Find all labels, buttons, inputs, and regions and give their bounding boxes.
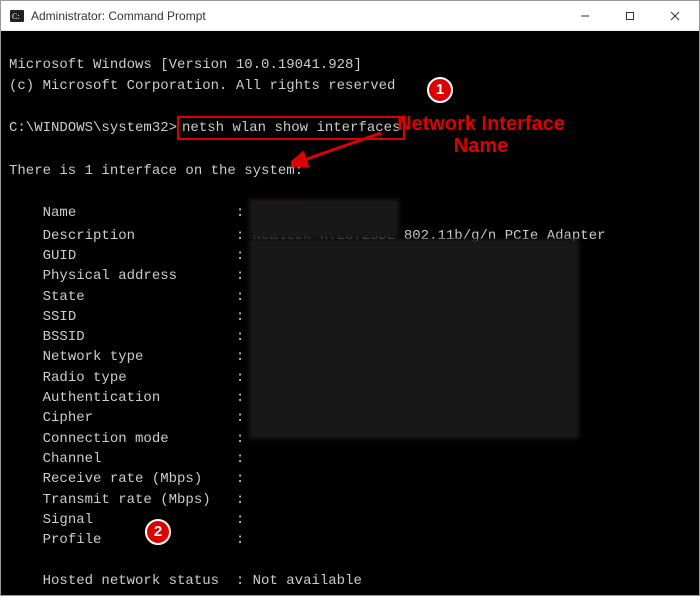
lbl-trate: Transmit rate (Mbps)	[43, 492, 211, 508]
lbl-hosted: Hosted network status	[43, 573, 219, 589]
close-button[interactable]	[652, 1, 697, 31]
window-title: Administrator: Command Prompt	[31, 9, 562, 23]
ifcount-line: There is 1 interface on the system:	[9, 163, 303, 179]
prompt-1: C:\WINDOWS\system32>	[9, 120, 177, 136]
highlight-cmd1: netsh wlan show interfaces	[177, 116, 405, 140]
annotation-marker-2: 2	[145, 519, 171, 545]
text-copyright: (c) Microsoft Corporation. All rights re…	[9, 78, 395, 94]
lbl-rtype: Radio type	[43, 370, 127, 386]
lbl-name: Name	[43, 205, 77, 221]
command-prompt-window: C: Administrator: Command Prompt Microso…	[0, 0, 700, 596]
maximize-button[interactable]	[607, 1, 652, 31]
lbl-phys: Physical address	[43, 268, 177, 284]
cmd-icon: C:	[9, 8, 25, 24]
val-hosted: Not available	[253, 573, 362, 589]
lbl-bssid: BSSID	[43, 329, 85, 345]
lbl-channel: Channel	[43, 451, 102, 467]
minimize-button[interactable]	[562, 1, 607, 31]
lbl-signal: Signal	[43, 512, 93, 528]
lbl-auth: Authentication	[43, 390, 161, 406]
annotation-label: Network Interface Name	[381, 113, 581, 157]
lbl-profile: Profile	[43, 532, 102, 548]
svg-text:C:: C:	[12, 12, 20, 21]
blur-region-1	[249, 199, 399, 239]
text-version: Microsoft Windows [Version 10.0.19041.92…	[9, 57, 362, 73]
lbl-ntype: Network type	[43, 349, 144, 365]
lbl-description: Description	[43, 228, 135, 244]
lbl-rrate: Receive rate (Mbps)	[43, 471, 203, 487]
console-area[interactable]: Microsoft Windows [Version 10.0.19041.92…	[1, 31, 699, 595]
titlebar[interactable]: C: Administrator: Command Prompt	[1, 1, 699, 31]
lbl-guid: GUID	[43, 248, 77, 264]
annotation-marker-1: 1	[427, 77, 453, 103]
lbl-cmode: Connection mode	[43, 431, 169, 447]
cmd1-text: netsh wlan show interfaces	[182, 120, 400, 136]
blur-region-2	[249, 239, 579, 439]
lbl-ssid: SSID	[43, 309, 77, 325]
lbl-cipher: Cipher	[43, 410, 93, 426]
lbl-state: State	[43, 289, 85, 305]
